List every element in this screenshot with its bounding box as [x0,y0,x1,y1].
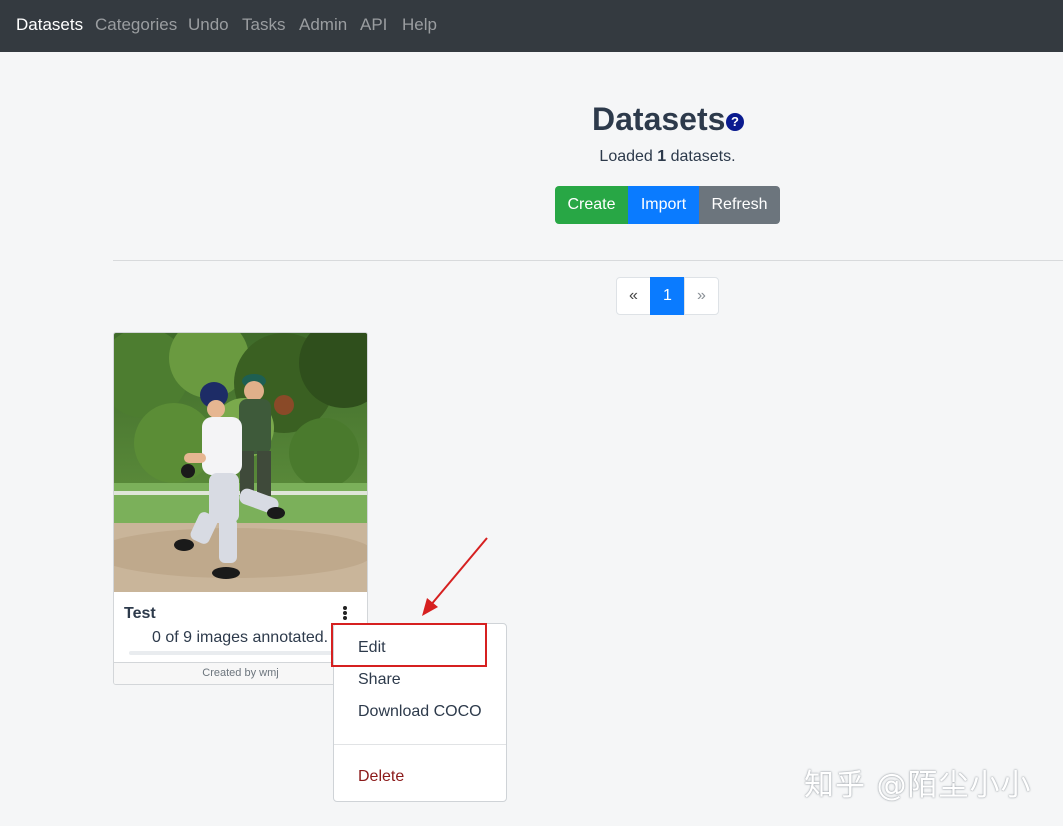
nav-item-tasks[interactable]: Tasks [242,15,285,35]
import-button[interactable]: Import [628,186,699,224]
nav-item-datasets[interactable]: Datasets [16,15,83,35]
watermark-text: 知乎 @陌尘小小 [804,768,1032,803]
loaded-count: 1 [657,148,667,165]
pagination-page-1[interactable]: 1 [650,277,685,315]
menu-item-share[interactable]: Share [358,670,401,690]
nav-item-api[interactable]: API [360,15,387,35]
pagination-prev[interactable]: « [616,277,651,315]
nav-item-admin[interactable]: Admin [299,15,347,35]
menu-item-download-coco[interactable]: Download COCO [358,702,482,722]
nav-item-categories[interactable]: Categories [95,15,177,35]
dataset-thumbnail[interactable] [114,333,367,592]
dataset-name[interactable]: Test [124,605,156,623]
dataset-card: Test 0 of 9 images annotated. Created by… [113,332,368,685]
menu-item-delete[interactable]: Delete [358,767,404,787]
pagination-next[interactable]: » [684,277,719,315]
create-button[interactable]: Create [555,186,628,224]
annotation-progress-bar [129,651,344,655]
card-footer-created-by: Created by wmj [114,662,367,684]
refresh-button[interactable]: Refresh [699,186,780,224]
menu-divider [334,744,506,745]
nav-item-help[interactable]: Help [402,15,437,35]
annotation-highlight-box [331,623,487,667]
annotation-status: 0 of 9 images annotated. [152,629,329,646]
kebab-vertical-icon[interactable] [340,605,350,623]
question-circle-icon[interactable]: ? [726,113,744,131]
loaded-suffix: datasets. [670,148,736,165]
loaded-count-text: Loaded 1 datasets. [0,148,1063,166]
nav-item-undo[interactable]: Undo [188,15,229,35]
top-navbar: Datasets Categories Undo Tasks Admin API… [0,0,1063,52]
loaded-prefix: Loaded [599,148,653,165]
page-title: Datasets [592,101,726,137]
section-divider [113,260,1063,261]
